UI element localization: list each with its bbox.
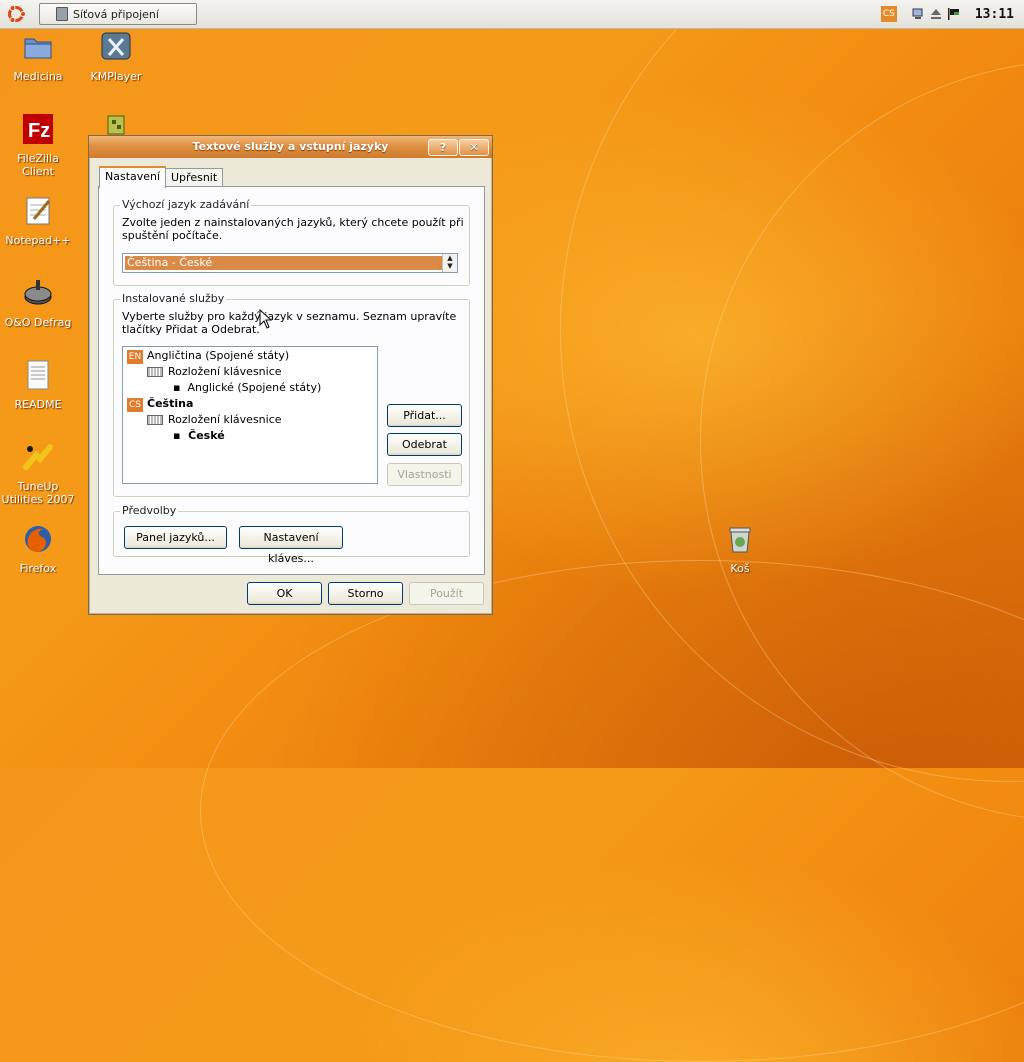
desktop-icon-notepad[interactable]: Notepad++ [0,195,76,247]
services-tree[interactable]: EN Angličtina (Spojené státy) Rozložení k… [122,346,378,484]
bullet-icon: ▪ [173,429,189,442]
remove-button[interactable]: Odebrat [387,433,462,456]
desktop-icon-firefox[interactable]: Firefox [0,523,76,575]
tree-node-label: Rozložení klávesnice [168,365,282,378]
desktop-icon-filezilla[interactable]: Fz FileZilla Client [0,113,76,178]
network-icon [56,7,68,21]
desktop-icon-tuneup[interactable]: TuneUp Utilities 2007 [0,441,76,506]
kmplayer-icon [101,32,131,60]
desktop-icon-label: O&O Defrag [4,316,72,329]
desktop-icon-label: Medicina [13,70,63,83]
language-badge-icon: CS [127,398,143,412]
tree-node-label: Angličtina (Spojené státy) [147,349,290,362]
language-badge-icon: EN [127,350,143,364]
apply-button[interactable]: Použít [409,582,484,605]
desktop-icon-label: Notepad++ [5,234,71,247]
tree-node-label: České [188,429,225,442]
spin-arrows-icon[interactable]: ▲ ▼ [442,254,457,272]
desktop-icon-label: FileZilla Client [17,152,59,178]
text-services-dialog: Textové služby a vstupní jazyky ? ✕ Nast… [88,135,493,615]
desktop-icon-readme[interactable]: README [0,359,76,411]
taskbar-window-button[interactable]: Síťová připojení [39,3,197,25]
desktop-icon-label: TuneUp Utilities 2007 [1,480,75,506]
language-indicator[interactable]: CS [880,6,897,22]
tree-node-label: Rozložení klávesnice [168,413,282,426]
ok-button[interactable]: OK [247,582,322,605]
tab-upresnit[interactable]: Upřesnit [165,168,224,187]
keyboard-icon [147,415,163,425]
bullet-icon: ▪ [173,381,188,394]
tree-node-label: Čeština [147,397,194,410]
svg-text:Fz: Fz [28,120,50,142]
mouse-cursor-icon [259,309,273,329]
tuneup-icon [23,444,53,470]
tree-node-english[interactable]: EN Angličtina (Spojené státy) [127,349,290,364]
system-tray: CS 13:11 [880,0,1024,28]
installed-services-group-label: Instalované služby [120,292,227,305]
key-settings-button[interactable]: Nastavení kláves... [239,526,343,565]
tree-node-label: Anglické (Spojené státy) [187,381,322,394]
tree-node-czech[interactable]: CS Čeština [127,397,194,412]
default-language-select[interactable]: Čeština - České ▲ ▼ [122,253,458,273]
desktop-icon-label: README [14,398,62,411]
hidden-app-icon[interactable] [104,112,128,136]
notepad-icon [26,197,51,225]
dialog-titlebar[interactable]: Textové služby a vstupní jazyky ? ✕ [89,136,492,158]
taskbar-window-label: Síťová připojení [73,7,159,21]
keyboard-icon [147,367,163,377]
top-panel: Síťová připojení CS 13:11 [0,0,1024,29]
tree-node-layout-item[interactable]: ▪ České [173,429,225,443]
flag-icon[interactable] [947,7,961,21]
network-status-icon[interactable] [911,7,925,21]
default-language-group-label: Výchozí jazyk zadávání [120,198,252,211]
clock[interactable]: 13:11 [975,7,1014,22]
tree-node-keyboard-layout[interactable]: Rozložení klávesnice [147,365,282,379]
help-button[interactable]: ? [428,139,458,156]
properties-button[interactable]: Vlastnosti [387,463,462,486]
tree-node-keyboard-layout[interactable]: Rozložení klávesnice [147,413,282,427]
desktop-icon-label: KMPlayer [90,70,142,83]
language-bar-button[interactable]: Panel jazyků... [124,526,227,549]
ubuntu-logo-icon[interactable] [6,4,26,24]
tab-nastaveni[interactable]: Nastavení [99,166,167,188]
installed-services-description: Vyberte služby pro každý jazyk v seznamu… [122,310,457,336]
dialog-title: Textové služby a vstupní jazyky [192,140,389,153]
firefox-icon [25,526,51,552]
desktop-icon-medicina[interactable]: Medicina [0,31,76,83]
document-icon [27,360,49,390]
folder-icon [24,38,52,59]
desktop-icon-kmplayer[interactable]: KMPlayer [78,31,154,83]
add-button[interactable]: Přidat... [387,404,462,427]
desktop-icon-label: Firefox [19,562,57,575]
tree-node-layout-item[interactable]: ▪ Anglické (Spojené státy) [173,381,321,395]
desktop-icon-label: Koš [730,562,750,575]
preferences-group-label: Předvolby [120,504,179,517]
close-button[interactable]: ✕ [459,139,489,156]
eject-icon[interactable] [929,7,943,21]
default-language-value: Čeština - České [125,256,442,270]
default-language-description: Zvolte jeden z nainstalovaných jazyků, k… [122,216,464,242]
cancel-button[interactable]: Storno [328,582,403,605]
defrag-icon [24,280,52,305]
desktop-icon-trash[interactable]: Koš [702,523,778,575]
desktop-icon-oodefrag[interactable]: O&O Defrag [0,277,76,329]
filezilla-icon: Fz [23,114,53,144]
trash-icon [729,527,751,553]
